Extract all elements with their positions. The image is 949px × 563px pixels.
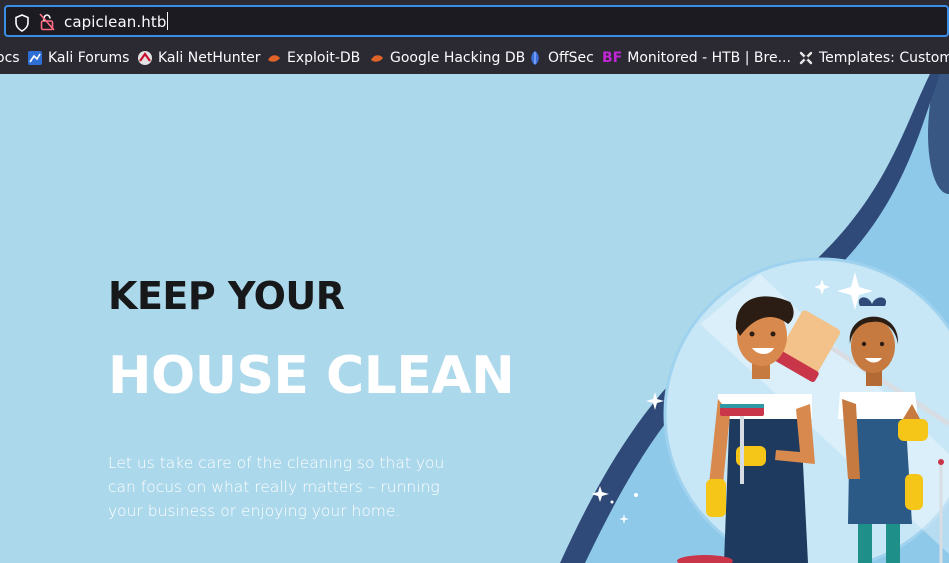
exploitdb-icon [266, 50, 282, 66]
bookmark-kali-forums[interactable]: Kali Forums [27, 48, 129, 68]
bookmarks-toolbar: ocs Kali Forums Kali NetHunter Exploit-D… [0, 42, 949, 74]
offsec-icon [527, 50, 543, 66]
bookmark-exploit-db[interactable]: Exploit-DB [266, 48, 360, 68]
bookmark-label: OffSec [548, 50, 594, 66]
bookmark-docs[interactable]: ocs [0, 48, 20, 68]
bookmark-monitored-htb[interactable]: BF Monitored - HTB | Bre... [602, 48, 791, 68]
bookmark-label: Kali NetHunter [158, 50, 261, 66]
nethunter-icon [137, 50, 153, 66]
text-caret [167, 12, 169, 30]
hero-paragraph: Let us take care of the cleaning so that… [108, 454, 445, 520]
bf-icon: BF [602, 50, 623, 66]
bookmark-label: Exploit-DB [287, 50, 361, 66]
url-text[interactable]: capiclean.htb [64, 12, 169, 31]
shield-icon[interactable] [14, 14, 30, 36]
joomla-icon [798, 50, 814, 66]
bookmark-label: Templates: Customi [819, 50, 949, 66]
bookmark-label: Kali Forums [48, 50, 130, 66]
bookmark-kali-nethunter[interactable]: Kali NetHunter [137, 48, 260, 68]
bookmark-templates[interactable]: Templates: Customi [798, 48, 949, 68]
bookmark-google-hacking-db[interactable]: Google Hacking DB [369, 48, 525, 68]
bookmark-label: Google Hacking DB [390, 50, 526, 66]
insecure-lock-icon[interactable] [39, 13, 55, 35]
bookmark-offsec[interactable]: OffSec [527, 48, 594, 68]
browser-toolbar: capiclean.htb [0, 0, 949, 42]
address-bar[interactable]: capiclean.htb [4, 5, 949, 37]
url-value: capiclean.htb [64, 13, 167, 31]
hero-heading-line1: KEEP YOUR [108, 274, 345, 318]
bookmark-label: Monitored - HTB | Bre... [627, 50, 791, 66]
hero-section: KEEP YOUR HOUSE CLEAN Let us take care o… [0, 74, 949, 563]
kali-icon [27, 50, 43, 66]
bookmark-label: ocs [0, 50, 20, 66]
hero-heading-line2: HOUSE CLEAN [108, 346, 515, 406]
ghdb-icon [369, 50, 385, 66]
